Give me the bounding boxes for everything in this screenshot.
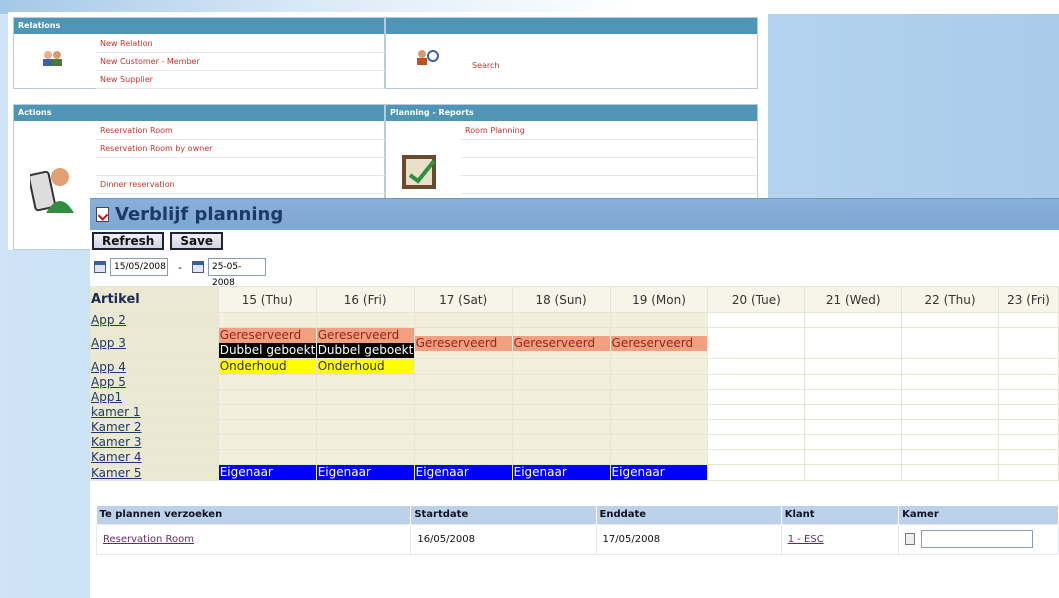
- article-link[interactable]: Kamer 2: [91, 421, 141, 434]
- grid-row: Kamer 2: [90, 419, 1059, 435]
- day-header: 17 (Sat): [413, 286, 513, 313]
- article-link[interactable]: Kamer 5: [91, 466, 141, 480]
- article-link[interactable]: Kamer 4: [91, 451, 141, 464]
- grid-row: Kamer 3: [90, 434, 1059, 450]
- people-icon: [42, 50, 64, 66]
- article-link[interactable]: Kamer 3: [91, 436, 141, 449]
- start-date-field[interactable]: 15/05/2008: [110, 258, 168, 276]
- article-link[interactable]: kamer 1: [91, 406, 140, 419]
- requests-table: Te plannen verzoeken Startdate Enddate K…: [95, 506, 1059, 555]
- refresh-button[interactable]: Refresh: [92, 232, 165, 250]
- owner-cell[interactable]: Eigenaar: [513, 465, 610, 480]
- day-header: 20 (Tue): [707, 286, 806, 313]
- planning-header: Planning - Reports: [386, 105, 757, 121]
- document-check-icon: [96, 207, 109, 222]
- new-relation-link[interactable]: New Relation: [96, 35, 386, 53]
- relations-header: Relations: [14, 18, 384, 34]
- new-customer-member-link[interactable]: New Customer - Member: [96, 53, 386, 71]
- grid-row: kamer 1: [90, 404, 1059, 420]
- planning-grid: Artikel 15 (Thu) 16 (Fri) 17 (Sat) 18 (S…: [90, 286, 1059, 481]
- day-header: 23 (Fri): [997, 286, 1059, 313]
- window-title: Verblijf planning: [115, 204, 284, 225]
- reserved-cell[interactable]: Gereserveerd: [219, 328, 316, 343]
- grid-row: App 5: [90, 374, 1059, 390]
- planning-board-icon: [400, 151, 440, 194]
- reserved-cell[interactable]: Gereserveerd: [513, 335, 610, 351]
- client-header: Klant: [781, 506, 900, 524]
- agent-icon: [28, 163, 74, 218]
- day-header: 19 (Mon): [609, 286, 709, 313]
- reserved-cell[interactable]: Gereserveerd: [415, 335, 512, 351]
- reserved-cell[interactable]: Gereserveerd: [611, 335, 707, 351]
- button-bar: Refresh Save: [90, 230, 1059, 250]
- table-row: Reservation Room 16/05/2008 17/05/2008 1…: [95, 523, 1059, 555]
- new-supplier-link[interactable]: New Supplier: [96, 71, 386, 89]
- room-header: Kamer: [898, 506, 1059, 524]
- dinner-reservation-link[interactable]: Dinner reservation: [96, 176, 386, 194]
- article-link[interactable]: App 5: [91, 376, 125, 389]
- room-planning-link[interactable]: Room Planning: [461, 122, 759, 140]
- grid-row: App 3 Gereserveerd Dubbel geboekt Gereser…: [90, 327, 1059, 359]
- day-header: 22 (Thu): [901, 286, 999, 313]
- request-link[interactable]: Reservation Room: [103, 534, 194, 545]
- search-link[interactable]: Search: [472, 61, 499, 70]
- verblijf-planning-window: Verblijf planning Refresh Save 15/05/200…: [90, 198, 1059, 598]
- save-button[interactable]: Save: [170, 232, 224, 250]
- grid-row: Kamer 5 Eigenaar Eigenaar Eigenaar Eigen…: [90, 464, 1059, 481]
- day-header: 21 (Wed): [804, 286, 903, 313]
- reservation-room-link[interactable]: Reservation Room: [96, 122, 386, 140]
- article-link[interactable]: App 3: [91, 336, 125, 350]
- day-header: 18 (Sun): [511, 286, 611, 313]
- calendar-icon[interactable]: [94, 261, 106, 273]
- owner-cell[interactable]: Eigenaar: [611, 465, 707, 480]
- owner-cell[interactable]: Eigenaar: [317, 465, 414, 480]
- start-date: 16/05/2008: [410, 523, 597, 555]
- article-link[interactable]: App 2: [91, 314, 125, 327]
- startdate-header: Startdate: [410, 506, 597, 524]
- date-separator: -: [178, 260, 182, 274]
- reserved-cell[interactable]: Gereserveerd: [317, 328, 414, 343]
- end-date-field[interactable]: 25-05-2008: [207, 258, 266, 288]
- grid-row: Kamer 4: [90, 449, 1059, 465]
- search-icon: [414, 48, 440, 69]
- room-input[interactable]: [921, 530, 1034, 548]
- relations-panel: Relations New Relation New Customer - Me…: [13, 17, 386, 89]
- client-link[interactable]: 1 - ESC: [788, 534, 824, 545]
- date-range: 15/05/2008 - 25-05-2008: [90, 250, 1059, 288]
- actions-header: Actions: [14, 105, 384, 121]
- reservation-room-by-owner-link[interactable]: Reservation Room by owner: [96, 140, 386, 158]
- article-link[interactable]: App1: [91, 391, 122, 404]
- maintenance-cell[interactable]: Onderhoud: [317, 359, 414, 374]
- grid-row: App 2: [90, 312, 1059, 328]
- requests-header: Te plannen verzoeken: [96, 506, 412, 524]
- double-booked-cell[interactable]: Dubbel geboekt: [219, 343, 316, 358]
- enddate-header: Enddate: [596, 506, 782, 524]
- title-bar: Verblijf planning: [90, 198, 1059, 230]
- maintenance-cell[interactable]: Onderhoud: [219, 359, 316, 374]
- article-link[interactable]: App 4: [91, 360, 125, 374]
- article-header: Artikel: [90, 286, 219, 313]
- owner-cell[interactable]: Eigenaar: [219, 465, 316, 480]
- day-header: 16 (Fri): [315, 286, 415, 313]
- search-panel: Search: [385, 17, 758, 89]
- calendar-icon[interactable]: [191, 261, 204, 273]
- owner-cell[interactable]: Eigenaar: [415, 465, 512, 480]
- day-header: 15 (Thu): [217, 286, 317, 313]
- grid-row: App1: [90, 389, 1059, 405]
- grid-row: App 4 Onderhoud Onderhoud: [90, 358, 1059, 375]
- end-date: 17/05/2008: [595, 523, 782, 555]
- document-icon[interactable]: [905, 533, 916, 545]
- double-booked-cell[interactable]: Dubbel geboekt: [317, 343, 414, 358]
